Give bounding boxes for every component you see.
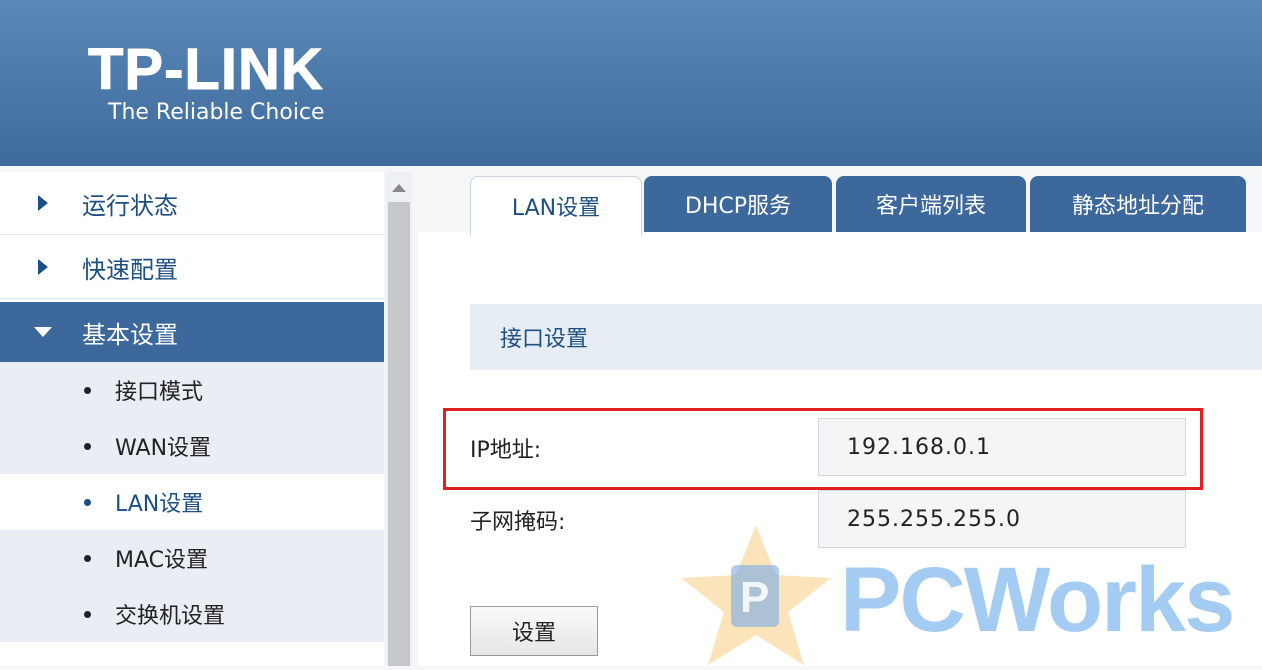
tab-dhcp-service[interactable]: DHCP服务 xyxy=(644,176,832,232)
scroll-up-icon[interactable] xyxy=(392,184,406,192)
chevron-right-icon xyxy=(38,259,48,275)
bullet-icon xyxy=(84,386,91,394)
subnet-mask-field[interactable]: 255.255.255.0 xyxy=(818,490,1186,548)
subnet-mask-label: 子网掩码: xyxy=(470,510,566,535)
sidebar-subitem-mac[interactable]: MAC设置 xyxy=(0,530,384,586)
save-button[interactable]: 设置 xyxy=(470,606,598,656)
sidebar-item-quick-setup[interactable]: 快速配置 xyxy=(0,236,384,299)
sidebar-scrollbar[interactable] xyxy=(386,172,412,666)
sidebar: 运行状态 快速配置 基本设置 接口模式 WAN设置 LAN设置 MAC设置 交换… xyxy=(0,172,384,666)
bullet-icon xyxy=(84,610,91,618)
sidebar-item-label: 基本设置 xyxy=(82,320,178,349)
chevron-down-icon xyxy=(34,327,52,337)
bullet-icon xyxy=(84,498,91,506)
watermark-text: PCWorks xyxy=(840,549,1235,651)
scrollbar-thumb[interactable] xyxy=(388,202,410,666)
sidebar-subitem-interface-mode[interactable]: 接口模式 xyxy=(0,362,384,418)
brand-tagline: The Reliable Choice xyxy=(108,100,325,125)
sidebar-subitem-label: MAC设置 xyxy=(115,548,209,573)
svg-text:P: P xyxy=(740,573,769,622)
sidebar-subitem-wan[interactable]: WAN设置 xyxy=(0,418,384,474)
sidebar-subitem-label: WAN设置 xyxy=(115,436,212,461)
bullet-icon xyxy=(84,554,91,562)
watermark-star-icon: P xyxy=(681,525,831,665)
sidebar-item-basic-settings[interactable]: 基本设置 xyxy=(0,302,384,362)
tab-static-address[interactable]: 静态地址分配 xyxy=(1030,176,1246,232)
section-header: 接口设置 xyxy=(470,304,1262,370)
sidebar-subitem-label: LAN设置 xyxy=(115,492,204,517)
brand-logo: TP-LINK The Reliable Choice xyxy=(88,37,325,125)
chevron-right-icon xyxy=(38,195,48,211)
subnet-mask-value: 255.255.255.0 xyxy=(847,506,1021,532)
bullet-icon xyxy=(84,442,91,450)
sidebar-item-status[interactable]: 运行状态 xyxy=(0,172,384,235)
sidebar-subitem-label: 交换机设置 xyxy=(115,604,226,629)
sidebar-item-label: 快速配置 xyxy=(82,255,178,284)
tab-client-list[interactable]: 客户端列表 xyxy=(836,176,1026,232)
brand-name: TP-LINK xyxy=(88,37,324,102)
sidebar-subitem-switch[interactable]: 交换机设置 xyxy=(0,586,384,642)
header-banner: TP-LINK The Reliable Choice xyxy=(0,0,1262,166)
sidebar-item-label: 运行状态 xyxy=(82,191,178,220)
sidebar-subitem-lan[interactable]: LAN设置 xyxy=(0,474,384,530)
section-title: 接口设置 xyxy=(500,327,589,352)
sidebar-subitem-label: 接口模式 xyxy=(115,380,204,405)
highlight-box xyxy=(443,408,1203,490)
tab-lan-settings[interactable]: LAN设置 xyxy=(470,176,642,235)
